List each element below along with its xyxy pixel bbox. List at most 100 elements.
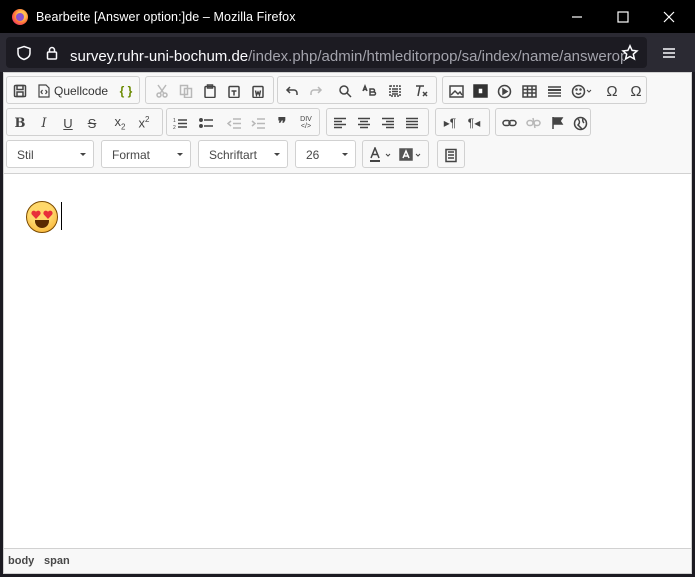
replace-icon (362, 84, 377, 96)
remove-format-button[interactable] (410, 80, 432, 102)
bg-color-button[interactable] (398, 144, 426, 166)
template-button[interactable]: { } (115, 80, 137, 102)
justify-button[interactable] (401, 112, 423, 134)
strike-button[interactable]: S (81, 112, 103, 134)
toolbar-group-tools (437, 140, 465, 168)
toolbar-group-document: Quellcode { } (6, 76, 140, 104)
redo-button[interactable] (305, 80, 327, 102)
undo-icon (285, 86, 298, 95)
flash-button[interactable] (469, 80, 491, 102)
link-button[interactable] (498, 112, 520, 134)
align-left-icon (334, 117, 346, 129)
indent-icon (251, 117, 265, 129)
close-icon (663, 11, 675, 22)
heart-icon (43, 210, 53, 219)
paste-word-button[interactable] (247, 80, 269, 102)
special-char-alt-button[interactable]: Ω (625, 80, 647, 102)
cut-button[interactable] (151, 80, 173, 102)
shield-icon[interactable] (14, 43, 34, 63)
unlink-button[interactable] (522, 112, 544, 134)
template-icon: { } (119, 84, 133, 98)
paste-text-icon (228, 85, 240, 98)
subscript-icon: x2 (114, 114, 126, 132)
image-icon (448, 84, 464, 98)
editor-content[interactable] (4, 174, 691, 548)
cut-icon (156, 84, 168, 98)
toolbar-group-editing (277, 76, 437, 104)
heart-eyes-emoji-icon (26, 201, 58, 233)
toolbar-group-insert: Ω Ω (442, 76, 647, 104)
rtl-button[interactable]: ¶◂ (463, 112, 485, 134)
subscript-button[interactable]: x2 (109, 112, 131, 134)
source-button[interactable]: Quellcode (37, 80, 108, 102)
bold-button[interactable]: B (9, 112, 31, 134)
format-combo-label: Format (112, 148, 151, 162)
paste-button[interactable] (199, 80, 221, 102)
bookmark-star-icon[interactable] (620, 43, 640, 63)
omega-icon: Ω (606, 82, 618, 100)
image-button[interactable] (445, 80, 467, 102)
ltr-button[interactable]: ▸¶ (439, 112, 461, 134)
url-bar[interactable]: survey.ruhr-uni-bochum.de/index.php/admi… (6, 37, 647, 68)
minimize-button[interactable] (554, 0, 600, 33)
path-item-span[interactable]: span (44, 555, 70, 567)
source-icon (38, 84, 50, 98)
paste-word-icon (252, 85, 264, 98)
chevron-down-icon (274, 153, 280, 156)
select-all-icon (389, 85, 401, 97)
italic-icon: I (41, 115, 47, 131)
align-left-button[interactable] (329, 112, 351, 134)
media-button[interactable] (493, 80, 515, 102)
toolbar-group-colors (362, 140, 429, 168)
url-text[interactable]: survey.ruhr-uni-bochum.de/index.php/admi… (70, 48, 625, 65)
format-combo[interactable]: Format (101, 140, 191, 168)
paste-text-button[interactable] (223, 80, 245, 102)
url-path: /index.php/admin/htmleditorpop/sa/index/… (248, 48, 625, 65)
close-button[interactable] (646, 0, 692, 33)
find-button[interactable] (334, 80, 356, 102)
select-all-button[interactable] (384, 80, 406, 102)
copy-button[interactable] (175, 80, 197, 102)
numbered-list-button[interactable]: 12 (169, 112, 191, 134)
strike-icon: S (87, 115, 97, 131)
smiley-button[interactable] (569, 80, 595, 102)
smiley-icon (571, 84, 592, 98)
indent-button[interactable] (247, 112, 269, 134)
chevron-down-icon (342, 153, 348, 156)
text-color-button[interactable] (366, 144, 396, 166)
outdent-button[interactable] (223, 112, 245, 134)
path-item-body[interactable]: body (8, 555, 34, 567)
editor-toolbar: Quellcode { } Ω Ω B I U S x2 x2 1 2 ❞ DI… (4, 73, 691, 174)
replace-button[interactable] (358, 80, 380, 102)
numbered-list-icon: 12 (173, 118, 187, 130)
lock-icon[interactable] (42, 43, 62, 63)
underline-button[interactable]: U (57, 112, 79, 134)
svg-text:2: 2 (173, 125, 176, 130)
app-menu-icon[interactable] (659, 43, 679, 63)
paste-icon (204, 84, 216, 98)
undo-button[interactable] (281, 80, 303, 102)
iframe-button[interactable] (569, 112, 591, 134)
bulleted-list-button[interactable] (195, 112, 217, 134)
superscript-button[interactable]: x2 (133, 112, 155, 134)
blockquote-button[interactable]: ❞ (271, 112, 293, 134)
superscript-icon: x2 (138, 115, 150, 131)
special-char-button[interactable]: Ω (601, 80, 623, 102)
toolbar-group-paragraph: 12 ❞ DIV </> (166, 108, 320, 136)
div-button[interactable]: DIV </> (295, 112, 317, 134)
table-button[interactable] (518, 80, 540, 102)
horizontal-line-button[interactable] (543, 80, 565, 102)
media-icon (497, 84, 511, 98)
font-size-combo[interactable]: 26 (295, 140, 356, 168)
chevron-down-icon (177, 153, 183, 156)
align-center-button[interactable] (353, 112, 375, 134)
save-button[interactable] (9, 80, 31, 102)
font-combo[interactable]: Schriftart (198, 140, 288, 168)
style-combo[interactable]: Stil (6, 140, 94, 168)
maximize-button[interactable] (600, 0, 646, 33)
maximize-editor-button[interactable] (440, 144, 462, 166)
anchor-button[interactable] (546, 112, 568, 134)
align-right-button[interactable] (377, 112, 399, 134)
div-icon: DIV </> (300, 116, 312, 130)
italic-button[interactable]: I (33, 112, 55, 134)
